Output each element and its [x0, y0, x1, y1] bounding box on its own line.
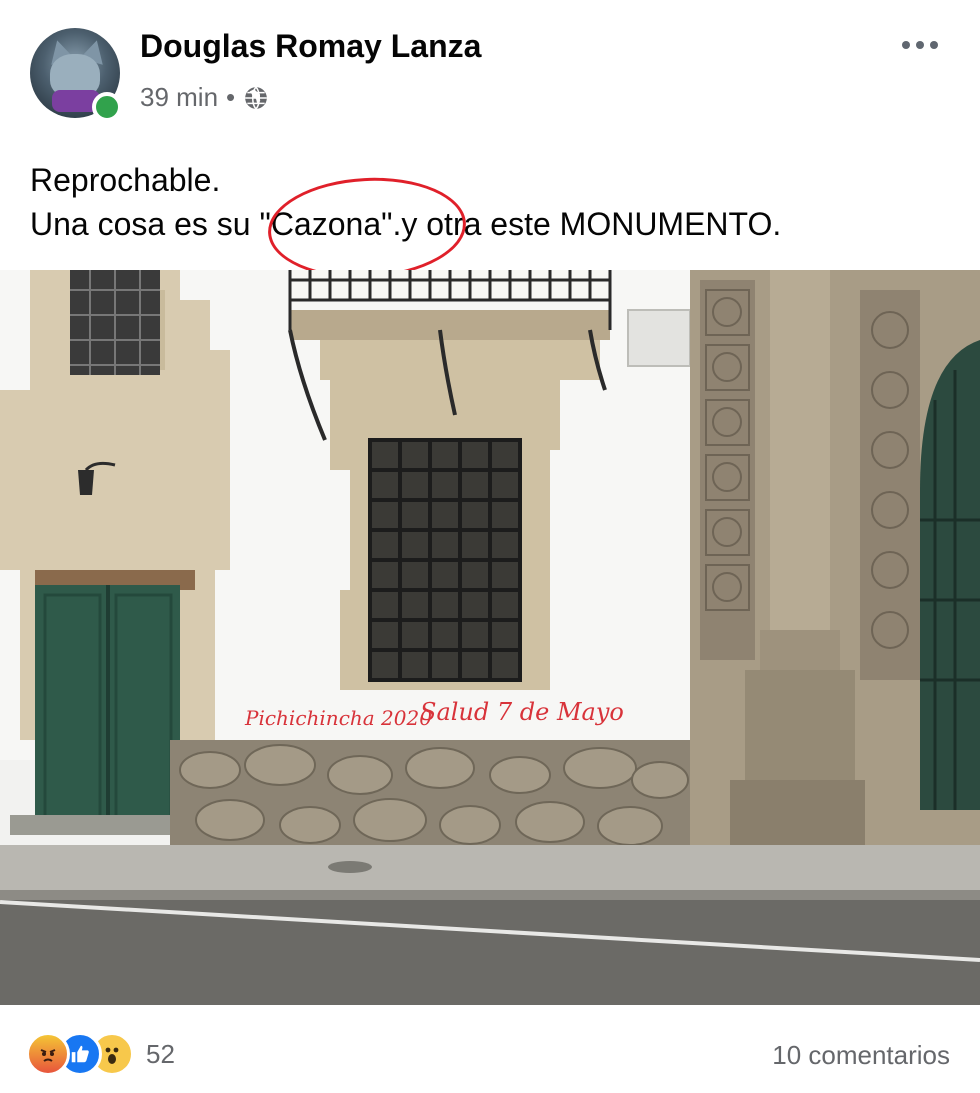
online-status-icon [92, 92, 122, 122]
post-text-line-2: Una cosa es su "Cazona".y otra este MONU… [30, 206, 782, 242]
post-body: Reprochable. Una cosa es su "Cazona".y o… [30, 158, 781, 246]
thumbs-up-icon [71, 1045, 89, 1063]
dot-icon [902, 41, 910, 49]
comments-count-link[interactable]: 10 comentarios [772, 1040, 950, 1071]
post-time[interactable]: 39 min [140, 82, 218, 113]
post-photo[interactable]: Pichichincha 2020 Salud 7 de Mayo [0, 270, 980, 1005]
graffiti-text-1: Pichichincha 2020 [244, 706, 432, 730]
post-text-line-1: Reprochable. [30, 162, 221, 198]
author-name[interactable]: Douglas Romay Lanza [140, 28, 481, 65]
reaction-count: 52 [146, 1038, 175, 1069]
building-photo: Pichichincha 2020 Salud 7 de Mayo [0, 270, 980, 1005]
post-header: Douglas Romay Lanza 39 min • [0, 0, 980, 140]
reactions-summary[interactable]: 52 [26, 1032, 175, 1076]
more-options-button[interactable] [892, 28, 948, 62]
globe-icon [245, 86, 267, 109]
meta-separator: • [226, 82, 236, 112]
wow-face-icon [105, 1047, 119, 1064]
angry-face-icon [40, 1049, 56, 1062]
dot-icon [916, 41, 924, 49]
graffiti-text-2: Salud 7 de Mayo [420, 698, 624, 726]
dot-icon [930, 41, 938, 49]
post-meta: 39 min • [140, 82, 269, 113]
angry-reaction-icon [26, 1032, 70, 1076]
